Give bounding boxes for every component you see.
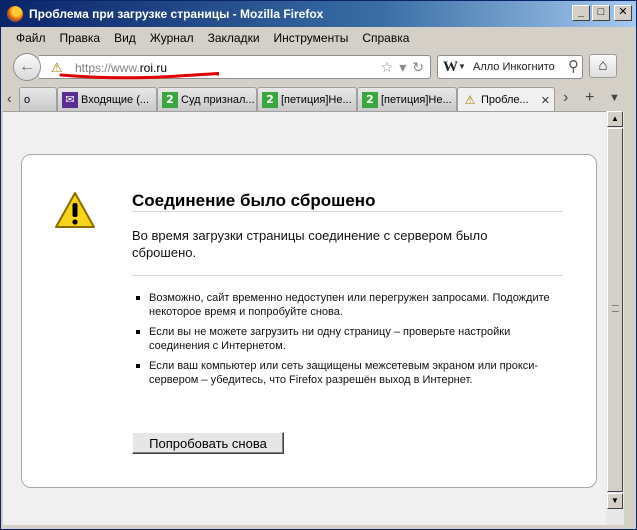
tab-court[interactable]: 2 Суд признал... [157, 87, 257, 111]
tab-close-icon[interactable]: ✕ [537, 94, 550, 107]
home-icon: ⌂ [598, 57, 608, 74]
try-again-button[interactable]: Попробовать снова [132, 432, 284, 454]
tab-inbox[interactable]: ✉ Входящие (... [57, 87, 157, 111]
reload-icon[interactable]: ↻ [412, 59, 424, 76]
back-button[interactable]: ← [13, 53, 41, 81]
back-arrow-icon: ← [19, 58, 35, 75]
tab-partial[interactable]: o [19, 87, 57, 111]
green-2-icon: 2 [262, 91, 278, 108]
tab-scroll-right-icon[interactable]: › [563, 89, 568, 107]
tab-scroll-left-icon[interactable]: ‹ [7, 90, 12, 106]
tab-label: Пробле... [481, 94, 529, 106]
tab-label: Суд признал... [181, 93, 255, 106]
search-input[interactable]: Алло Инкогнито [473, 61, 555, 73]
scroll-down-icon[interactable]: ▼ [607, 493, 623, 509]
minimize-button[interactable]: _ [572, 5, 590, 21]
menu-history[interactable]: Журнал [143, 29, 201, 49]
list-item: Возможно, сайт временно недоступен или п… [132, 291, 552, 319]
menu-tools[interactable]: Инструменты [267, 29, 356, 49]
tab-label: o [24, 93, 31, 106]
green-2-icon: 2 [362, 91, 378, 108]
tab-label: [петиция]Не... [381, 93, 452, 106]
menu-edit[interactable]: Правка [53, 29, 108, 49]
menu-bar: Файл Правка Вид Журнал Закладки Инструме… [9, 29, 416, 49]
wikipedia-icon[interactable]: W [443, 59, 458, 76]
tab-petition-1[interactable]: 2 [петиция]Не... [257, 87, 357, 111]
list-item: Если вы не можете загрузить ни одну стра… [132, 325, 552, 353]
url-bar[interactable]: ⚠ https://www.roi.ru ☆ ▾ ↻ [39, 55, 431, 80]
vertical-scrollbar[interactable]: ▲ ▼ [606, 111, 624, 525]
mail-icon: ✉ [62, 91, 78, 108]
divider [132, 275, 563, 276]
bookmark-star-icon[interactable]: ☆ [381, 59, 394, 76]
error-panel: Соединение было сброшено Во время загруз… [21, 154, 597, 488]
red-annotation-underline [59, 72, 219, 80]
maximize-button[interactable]: □ [592, 5, 610, 21]
tab-label: Входящие (... [81, 93, 150, 106]
window-controls: _ □ ✕ [572, 5, 632, 21]
search-engine-dropdown-icon[interactable]: ▼ [458, 62, 466, 71]
title-bar[interactable]: Проблема при загрузке страницы - Mozilla… [1, 1, 636, 27]
tab-bar: ‹ o ✉ Входящие (... 2 Суд признал... 2 [… [1, 87, 636, 112]
window-title: Проблема при загрузке страницы - Mozilla… [29, 7, 324, 21]
home-button[interactable]: ⌂ [589, 54, 617, 78]
search-icon[interactable]: ⚲ [568, 57, 579, 75]
error-suggestions: Возможно, сайт временно недоступен или п… [132, 291, 552, 393]
close-button[interactable]: ✕ [614, 5, 632, 21]
tab-problem-active[interactable]: ⚠ Пробле... ✕ [457, 87, 555, 112]
error-title: Соединение было сброшено [132, 191, 376, 210]
tab-petition-2[interactable]: 2 [петиция]Не... [357, 87, 457, 111]
scroll-thumb[interactable] [607, 128, 623, 492]
scroll-up-icon[interactable]: ▲ [607, 111, 623, 127]
menu-bookmarks[interactable]: Закладки [201, 29, 267, 49]
list-item: Если ваш компьютер или сеть защищены меж… [132, 359, 552, 387]
tab-label: [петиция]Не... [281, 93, 352, 106]
error-description: Во время загрузки страницы соединение с … [132, 228, 488, 260]
tab-list-icon[interactable]: ▼ [609, 92, 620, 104]
url-bar-icons: ☆ ▾ ↻ [381, 59, 424, 76]
new-tab-icon[interactable]: + [585, 89, 594, 107]
browser-window: Проблема при загрузке страницы - Mozilla… [0, 0, 637, 530]
menu-file[interactable]: Файл [9, 29, 53, 49]
search-bar[interactable]: W ▼ Алло Инкогнито ⚲ [437, 55, 583, 79]
dropdown-arrow-icon[interactable]: ▾ [399, 59, 406, 76]
warning-large-icon [55, 192, 95, 228]
green-2-icon: 2 [162, 91, 178, 108]
warning-icon: ⚠ [464, 93, 476, 107]
menu-view[interactable]: Вид [107, 29, 143, 49]
menu-help[interactable]: Справка [355, 29, 416, 49]
scroll-grip [612, 305, 619, 312]
divider [132, 211, 563, 212]
navigation-toolbar: ⚠ https://www.roi.ru ☆ ▾ ↻ ← W ▼ Алло Ин… [1, 51, 636, 83]
firefox-logo-icon [7, 6, 23, 22]
